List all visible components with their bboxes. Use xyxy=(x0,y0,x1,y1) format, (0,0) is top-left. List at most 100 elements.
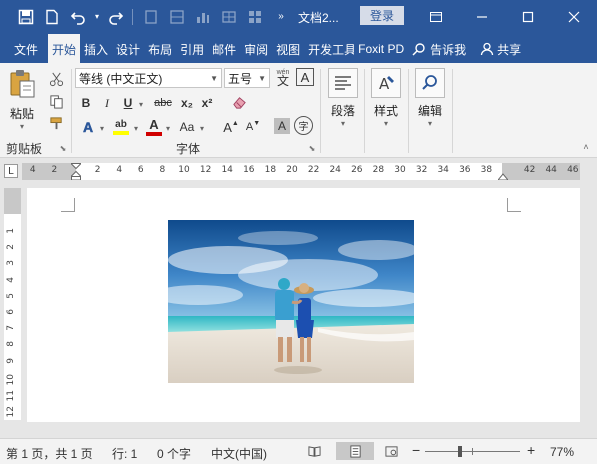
indent-marker-icon[interactable] xyxy=(71,163,81,180)
editing-button[interactable]: 编辑 ▾ xyxy=(411,68,449,128)
font-color-button[interactable]: A xyxy=(145,116,163,138)
ruler-tick-label: 14 xyxy=(221,165,233,175)
zoom-slider-thumb[interactable] xyxy=(457,446,462,457)
chart-icon xyxy=(197,12,209,23)
undo-dropdown[interactable]: ▾ xyxy=(92,5,102,29)
qat-tool-2[interactable] xyxy=(165,5,189,29)
highlight-color-bar xyxy=(113,131,129,135)
maximize-button[interactable] xyxy=(505,0,551,33)
ruler-row: L 4 2 2 4 6 8 10 12 14 16 18 20 22 24 26 28 30 32 34 36 38 42… xyxy=(0,159,597,185)
ruler-tick-label: 20 xyxy=(286,165,298,175)
table-icon xyxy=(222,10,236,23)
word-count[interactable]: 0 个字 xyxy=(157,445,191,462)
tab-view[interactable]: 视图 xyxy=(272,35,304,63)
undo-button[interactable] xyxy=(66,5,90,29)
qat-tool-5[interactable] xyxy=(243,5,267,29)
font-size-value: 五号 xyxy=(228,71,253,86)
shrink-font-button[interactable]: A ▼ xyxy=(243,117,263,137)
close-button[interactable] xyxy=(551,0,597,33)
font-color-dropdown[interactable]: ▾ xyxy=(163,119,173,137)
qat-tool-3[interactable] xyxy=(191,5,215,29)
vruler-tick-label: 12 xyxy=(6,406,16,418)
zoom-percent[interactable]: 77% xyxy=(550,445,574,459)
tab-selector-button[interactable]: L xyxy=(4,164,18,178)
qat-more-button[interactable]: » xyxy=(269,5,293,29)
ruler-tick-label: 6 xyxy=(137,165,144,175)
ruler-tick-label: 10 xyxy=(178,165,190,175)
tab-insert[interactable]: 插入 xyxy=(80,35,112,63)
tab-home[interactable]: 开始 xyxy=(48,34,81,63)
redo-icon xyxy=(109,11,124,25)
change-case-dropdown[interactable]: ▾ xyxy=(197,119,207,137)
qat-tool-4[interactable] xyxy=(217,5,241,29)
clipboard-launcher[interactable]: ⬊ xyxy=(58,143,68,153)
paste-button[interactable]: 粘贴 ▾ xyxy=(6,69,38,131)
tab-foxit[interactable]: Foxit PD xyxy=(354,35,406,63)
vertical-ruler[interactable]: 1 2 3 4 5 6 7 8 9 10 11 12 xyxy=(4,188,21,420)
clear-format-button[interactable] xyxy=(230,93,248,111)
tab-references[interactable]: 引用 xyxy=(176,35,208,63)
login-button[interactable]: 登录 xyxy=(360,6,404,25)
read-mode-button[interactable] xyxy=(303,442,325,460)
styles-button[interactable]: A 样式 ▾ xyxy=(367,68,405,128)
grow-font-button[interactable]: A ▲ xyxy=(221,117,241,137)
cut-button[interactable] xyxy=(46,69,66,89)
tab-mailings[interactable]: 邮件 xyxy=(208,35,240,63)
horizontal-ruler[interactable]: 4 2 2 4 6 8 10 12 14 16 18 20 22 24 26 28 30 32 34 36 38 42 44… xyxy=(22,163,580,180)
right-indent-marker-icon[interactable] xyxy=(498,172,508,180)
language-indicator[interactable]: 中文(中国) xyxy=(211,445,267,462)
subscript-button[interactable]: x₂ xyxy=(179,94,195,112)
tab-layout[interactable]: 布局 xyxy=(144,35,176,63)
tab-file[interactable]: 文件 xyxy=(4,35,48,63)
share-button[interactable]: 共享 xyxy=(480,35,521,63)
tab-review[interactable]: 审阅 xyxy=(240,35,272,63)
bold-button[interactable]: B xyxy=(78,94,94,112)
web-layout-icon xyxy=(384,445,398,457)
paragraph-button[interactable]: 段落 ▾ xyxy=(324,68,362,128)
underline-button[interactable]: U xyxy=(120,94,136,112)
ruler-tick-label: 44 xyxy=(545,165,557,175)
font-name-select[interactable]: 等线 (中文正文) ▼ xyxy=(75,68,222,88)
ribbon: 粘贴 ▾ 剪贴板 ⬊ 等线 (中文正文) ▼ 五号 ▼ wén 文 A B I … xyxy=(0,63,597,158)
change-case-button[interactable]: Aa xyxy=(176,118,198,136)
highlight-button[interactable]: ab xyxy=(111,116,131,138)
inserted-beach-photo[interactable] xyxy=(168,220,414,383)
italic-button[interactable]: I xyxy=(99,94,115,112)
tab-design[interactable]: 设计 xyxy=(112,35,144,63)
line-number[interactable]: 行: 1 xyxy=(112,445,137,462)
text-effects-dropdown[interactable]: ▾ xyxy=(97,119,107,137)
document-page[interactable] xyxy=(27,188,580,422)
phonetic-guide-button[interactable]: wén 文 xyxy=(273,66,293,88)
new-doc-button[interactable] xyxy=(40,5,64,29)
collapse-ribbon-button[interactable]: ˄ xyxy=(580,141,592,153)
format-painter-button[interactable] xyxy=(46,113,66,133)
highlight-dropdown[interactable]: ▾ xyxy=(131,119,141,137)
ruler-tick-label: 4 xyxy=(116,165,123,175)
underline-dropdown[interactable]: ▾ xyxy=(136,95,146,113)
superscript-button[interactable]: x² xyxy=(199,94,215,112)
text-effects-button[interactable]: A xyxy=(79,118,97,136)
redo-button[interactable] xyxy=(104,5,128,29)
char-shading-button[interactable]: A xyxy=(274,118,290,134)
paragraph-label: 段落 xyxy=(330,104,355,118)
page-count[interactable]: 第 1 页，共 1 页 xyxy=(6,445,93,462)
zoom-in-button[interactable]: + xyxy=(527,442,535,458)
zoom-out-button[interactable]: − xyxy=(412,442,420,458)
web-layout-button[interactable] xyxy=(380,442,402,460)
copy-button[interactable] xyxy=(46,91,66,111)
tab-developer[interactable]: 开发工具 xyxy=(304,35,354,63)
strikethrough-button[interactable]: abc xyxy=(152,94,174,112)
ribbon-display-button[interactable] xyxy=(413,0,459,33)
print-layout-button[interactable] xyxy=(336,442,374,460)
zoom-slider[interactable] xyxy=(425,446,520,457)
qat-tool-1[interactable] xyxy=(139,5,163,29)
minimize-button[interactable] xyxy=(459,0,505,33)
save-button[interactable] xyxy=(14,5,38,29)
char-border-button[interactable]: A xyxy=(296,68,314,86)
enclose-char-button[interactable]: 字 xyxy=(294,116,313,135)
highlight-icon: ab xyxy=(115,119,127,130)
tell-me-search[interactable]: 告诉我 xyxy=(412,35,466,63)
chevron-down-icon: ▼ xyxy=(210,73,218,83)
font-size-select[interactable]: 五号 ▼ xyxy=(224,68,270,88)
font-launcher[interactable]: ⬊ xyxy=(307,143,317,153)
